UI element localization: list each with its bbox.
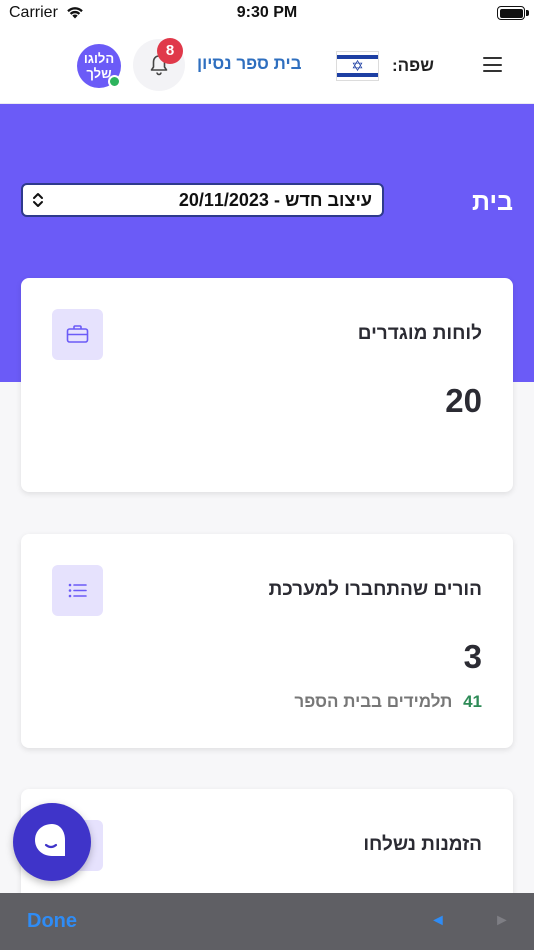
previous-field-button[interactable]: ◄ (430, 912, 446, 930)
page-title: בית (472, 188, 513, 216)
app-header: הלוגו שלך 8 בית ספר נסיון ✡ שפה: (0, 26, 534, 104)
card-icon-container (52, 309, 103, 360)
done-button[interactable]: Done (27, 910, 77, 933)
card-value: 20 (445, 382, 482, 419)
card-icon-container (52, 565, 103, 616)
card-title: הורים שהתחברו למערכת (268, 579, 482, 600)
keyboard-toolbar: Done ◄ ► (0, 893, 534, 950)
students-count-line: 41 תלמידים בבית הספר (294, 692, 482, 712)
notifications-button[interactable]: 8 (133, 38, 185, 91)
online-status-dot (108, 75, 121, 88)
list-icon (68, 583, 87, 598)
hamburger-menu-icon[interactable] (483, 57, 502, 72)
chat-bubble-icon (35, 824, 65, 856)
students-label: תלמידים בבית הספר (294, 692, 453, 711)
israel-flag-icon[interactable]: ✡ (336, 51, 379, 81)
design-select[interactable]: עיצוב חדש - 20/11/2023 (21, 183, 384, 217)
design-select-value: עיצוב חדש - 20/11/2023 (178, 190, 372, 210)
next-field-button[interactable]: ► (494, 912, 510, 930)
card-defined-boards[interactable]: לוחות מוגדרים 20 (21, 278, 513, 492)
clock: 9:30 PM (236, 4, 298, 21)
card-value: 3 (463, 638, 482, 675)
status-bar: Carrier 9:30 PM (0, 0, 534, 26)
language-label: שפה: (392, 56, 434, 75)
chat-button[interactable] (13, 803, 91, 881)
card-connected-parents[interactable]: הורים שהתחברו למערכת 3 41 תלמידים בבית ה… (21, 534, 513, 748)
students-count: 41 (463, 692, 482, 711)
briefcase-icon (66, 325, 89, 343)
battery-icon (497, 6, 529, 20)
chevron-up-down-icon (33, 193, 43, 207)
school-name[interactable]: בית ספר נסיון (197, 54, 302, 74)
card-title: לוחות מוגדרים (357, 323, 482, 344)
notification-count-badge: 8 (157, 38, 183, 64)
card-title: הזמנות נשלחו (363, 834, 482, 855)
